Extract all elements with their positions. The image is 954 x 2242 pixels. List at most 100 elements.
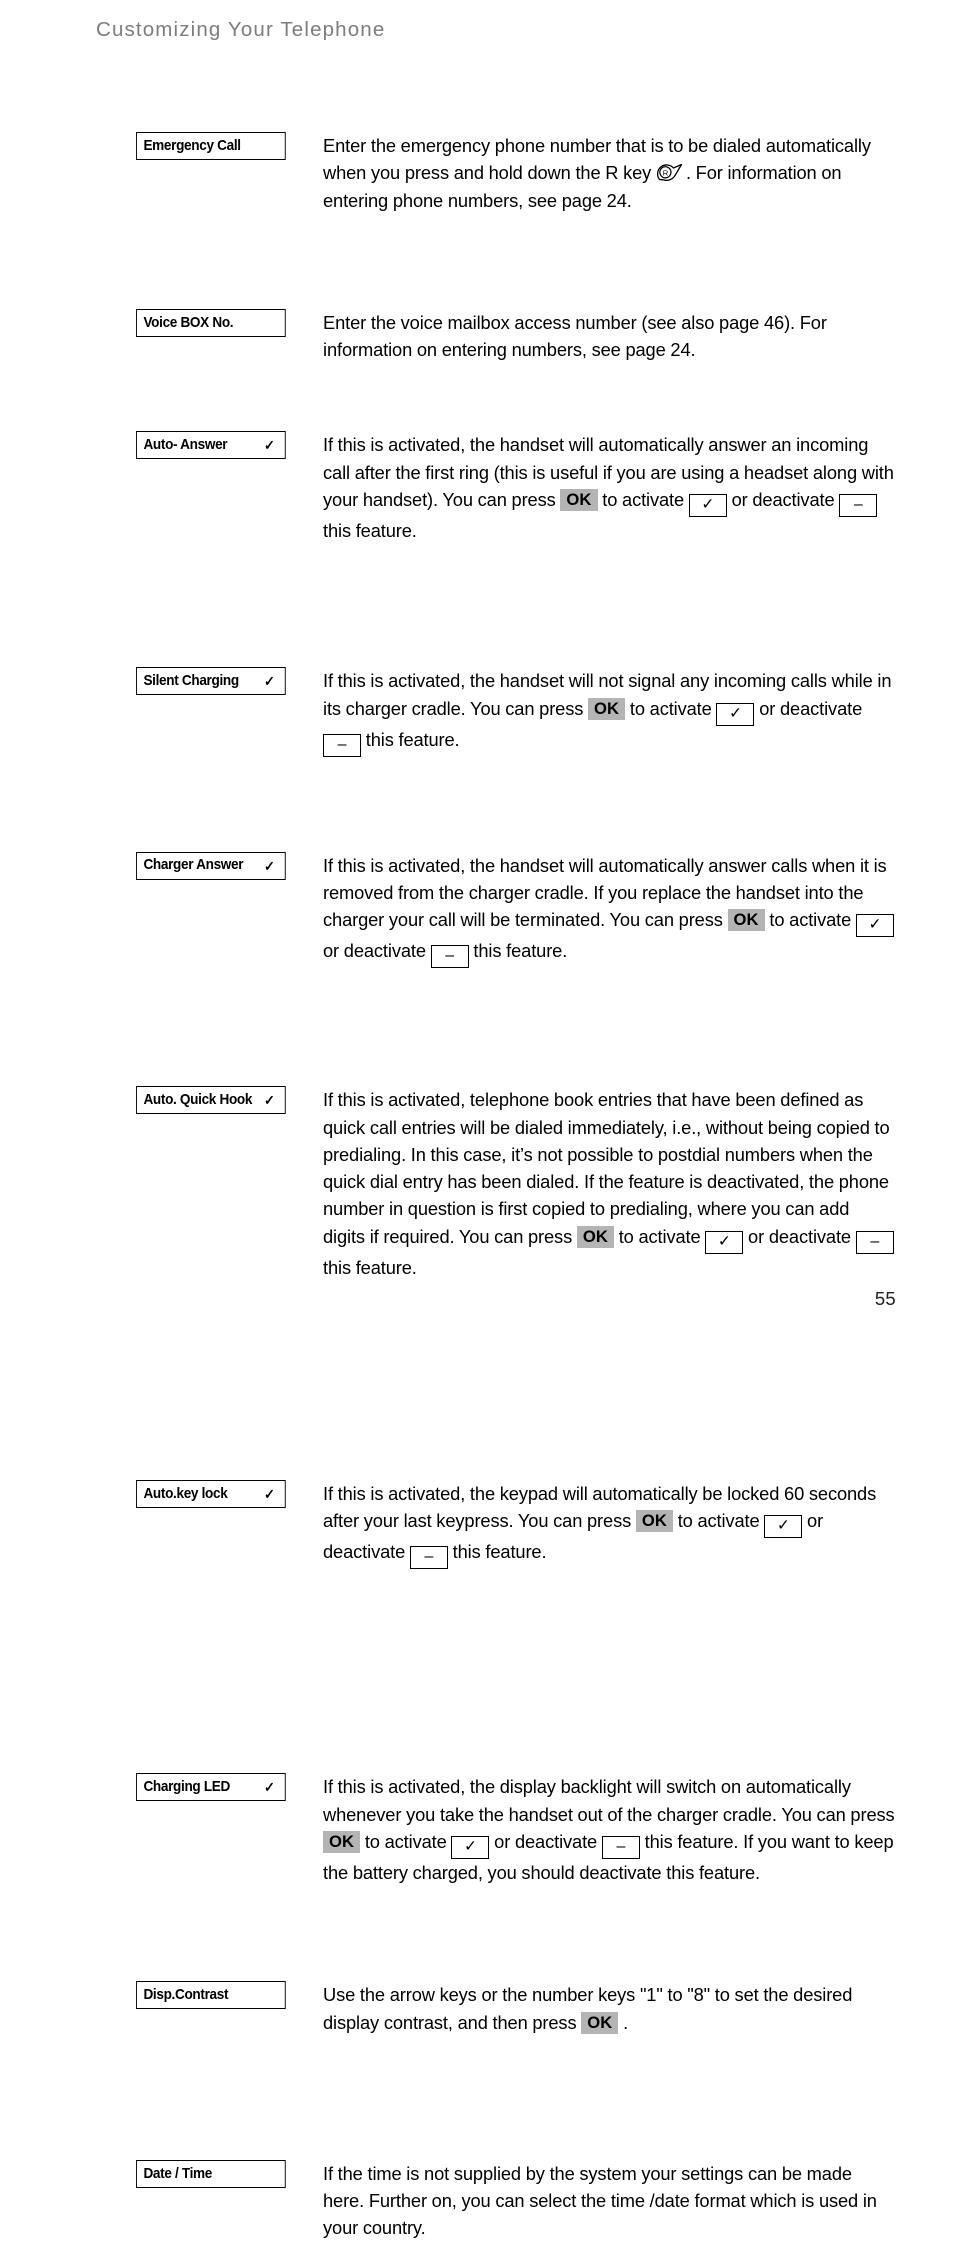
activate-checkmark-key: ✓	[855, 914, 894, 938]
description-text: this feature.	[468, 940, 568, 962]
menu-item-chip[interactable]: Disp.Contrast	[136, 1981, 286, 2010]
menu-item-checkmark-icon: ✓	[263, 857, 275, 874]
setting-row: Auto. Quick Hook ✓ If this is activated, t…	[136, 1086, 896, 1281]
menu-item-label: Auto.key lock	[143, 1485, 228, 1502]
setting-row: Emergency Call Enter the emergency phone …	[136, 132, 896, 214]
setting-description: If the time is not supplied by the syste…	[323, 2160, 896, 2242]
description-text: or deactivate	[743, 1225, 856, 1247]
description-paragraph: If this is activated, the handset will a…	[323, 852, 896, 969]
description-text: or deactivate	[726, 489, 840, 511]
setting-description: If this is activated, the handset will n…	[323, 667, 896, 757]
menu-item-label: Auto. Quick Hook	[143, 1091, 253, 1108]
menu-item-chip[interactable]: Auto.key lock ✓	[136, 1480, 286, 1509]
menu-item-label: Charging LED	[143, 1779, 231, 1796]
menu-item-label: Emergency Call	[143, 137, 241, 154]
description-paragraph: Enter the emergency phone number that is…	[323, 132, 896, 214]
menu-item-chip[interactable]: Auto. Quick Hook ✓	[136, 1086, 286, 1115]
menu-item-checkmark-icon: ✓	[263, 1779, 275, 1796]
page-title: Customizing Your Telephone	[96, 18, 386, 41]
menu-item-checkmark-icon: ✓	[263, 1486, 275, 1503]
activate-checkmark-key: ✓	[764, 1515, 803, 1539]
setting-label-column: Silent Charging ✓	[136, 667, 286, 696]
menu-item-chip[interactable]: Emergency Call	[136, 132, 286, 160]
deactivate-dash-key: –	[323, 733, 361, 757]
menu-item-chip[interactable]: Charging LED ✓	[136, 1773, 286, 1802]
setting-label-column: Charging LED ✓	[136, 1773, 286, 1802]
ok-key-badge: OK	[588, 697, 626, 720]
deactivate-dash-key: –	[430, 945, 469, 969]
menu-item-checkmark-icon: ✓	[263, 673, 275, 690]
setting-label-column: Auto. Quick Hook ✓	[136, 1086, 286, 1115]
description-text: to activate	[672, 1510, 765, 1532]
menu-item-chip[interactable]: Voice BOX No.	[136, 308, 286, 337]
description-text: Enter the voice mailbox access number (s…	[323, 311, 827, 361]
description-paragraph: If the time is not supplied by the syste…	[323, 2160, 896, 2242]
setting-description: Use the arrow keys or the number keys "1…	[323, 1981, 896, 2036]
description-text: this feature.	[361, 728, 460, 750]
ok-key-badge: OK	[323, 1830, 361, 1853]
description-paragraph: If this is activated, the display backli…	[323, 1773, 896, 1886]
menu-item-chip[interactable]: Silent Charging ✓	[136, 667, 286, 696]
settings-list: Emergency Call Enter the emergency phone …	[136, 132, 896, 2242]
setting-label-column: Date / Time	[136, 2159, 286, 2188]
description-text: .	[618, 2011, 629, 2033]
menu-item-checkmark-icon: ✓	[263, 1092, 275, 1109]
r-key-icon: R	[656, 163, 686, 183]
description-paragraph: If this is activated, telephone book ent…	[323, 1086, 896, 1281]
description-paragraph: If this is activated, the handset will n…	[323, 667, 896, 757]
ok-key-badge: OK	[581, 2011, 619, 2034]
setting-label-column: Disp.Contrast	[136, 1981, 286, 2010]
menu-item-label: Date / Time	[143, 2165, 213, 2182]
setting-row: Auto.key lock ✓ If this is activated, the …	[136, 1480, 896, 1570]
setting-label-column: Voice BOX No.	[136, 308, 286, 337]
setting-description: If this is activated, the display backli…	[323, 1773, 896, 1886]
setting-label-column: Emergency Call	[136, 132, 286, 160]
menu-item-label: Charger Answer	[143, 857, 244, 874]
deactivate-dash-key: –	[839, 494, 878, 518]
deactivate-dash-key: –	[601, 1835, 640, 1859]
setting-row: Date / Time If the time is not supplied b…	[136, 2159, 896, 2242]
activate-checkmark-key: ✓	[451, 1835, 490, 1859]
setting-row: Silent Charging ✓ If this is activated, th…	[136, 667, 896, 757]
description-text: this feature.	[323, 520, 417, 542]
ok-key-badge: OK	[576, 1225, 614, 1248]
description-text: this feature.	[447, 1541, 547, 1563]
activate-checkmark-key: ✓	[716, 702, 755, 726]
description-text: or deactivate	[489, 1830, 602, 1852]
setting-label-column: Auto- Answer ✓	[136, 431, 286, 460]
description-text: If this is activated, telephone book ent…	[323, 1089, 890, 1247]
menu-item-checkmark-icon: ✓	[263, 437, 275, 454]
description-text: to activate	[597, 489, 689, 511]
menu-item-label: Disp.Contrast	[143, 1986, 229, 2003]
description-text: If this is activated, the display backli…	[323, 1776, 895, 1825]
deactivate-dash-key: –	[409, 1546, 448, 1570]
description-paragraph: If this is activated, the keypad will au…	[323, 1480, 896, 1570]
setting-description: If this is activated, telephone book ent…	[323, 1086, 896, 1281]
setting-row: Charging LED ✓ If this is activated, the d…	[136, 1773, 896, 1886]
svg-text:R: R	[663, 169, 669, 178]
manual-page: Customizing Your Telephone Emergency Cal…	[0, 0, 954, 2238]
description-text: If the time is not supplied by the syste…	[323, 2162, 877, 2239]
setting-description: Enter the voice mailbox access number (s…	[323, 309, 896, 364]
setting-row: Voice BOX No. Enter the voice mailbox acc…	[136, 308, 896, 364]
setting-description: If this is activated, the handset will a…	[323, 431, 896, 544]
setting-label-column: Charger Answer ✓	[136, 851, 286, 880]
menu-item-label: Silent Charging	[143, 673, 239, 690]
setting-row: Auto- Answer ✓ If this is activated, the h…	[136, 431, 896, 544]
setting-description: If this is activated, the handset will a…	[323, 852, 896, 969]
setting-description: Enter the emergency phone number that is…	[323, 132, 896, 214]
deactivate-dash-key: –	[855, 1230, 894, 1254]
description-paragraph: Enter the voice mailbox access number (s…	[323, 309, 896, 364]
menu-item-chip[interactable]: Date / Time	[136, 2159, 286, 2188]
description-text: or deactivate	[754, 697, 863, 719]
activate-checkmark-key: ✓	[705, 1230, 744, 1254]
activate-checkmark-key: ✓	[688, 494, 727, 518]
menu-item-chip[interactable]: Charger Answer ✓	[136, 851, 286, 880]
description-text: or deactivate	[323, 940, 431, 962]
description-paragraph: If this is activated, the handset will a…	[323, 431, 896, 544]
menu-item-chip[interactable]: Auto- Answer ✓	[136, 431, 286, 460]
description-text: to activate	[613, 1225, 706, 1247]
setting-row: Disp.Contrast Use the arrow keys or the n…	[136, 1981, 896, 2036]
description-text: to activate	[625, 697, 717, 719]
setting-description: If this is activated, the keypad will au…	[323, 1480, 896, 1570]
